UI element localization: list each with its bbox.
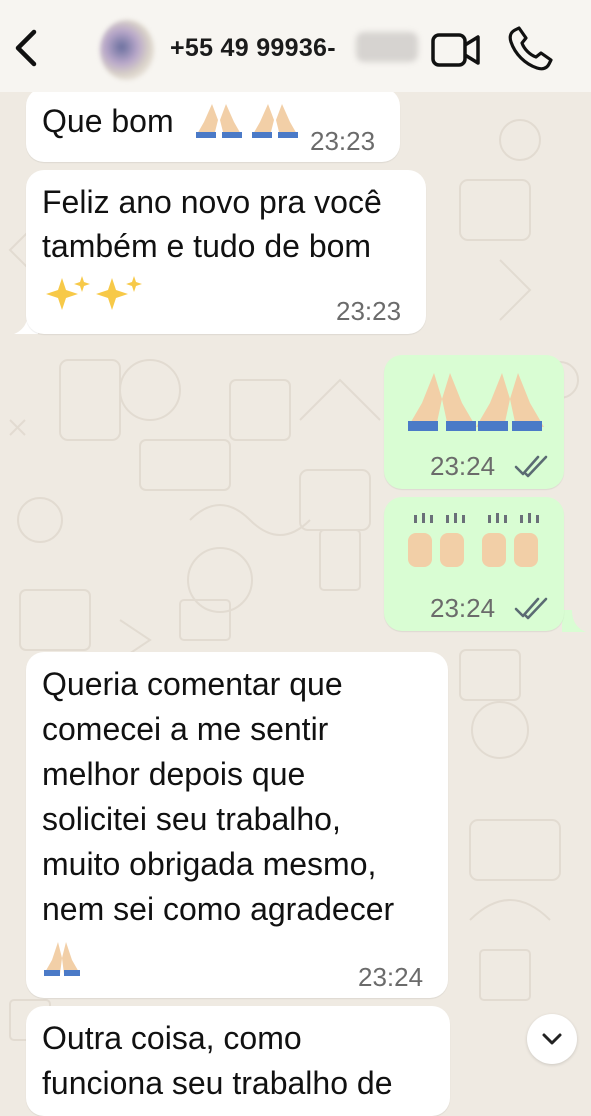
- message-time: 23:23: [310, 126, 376, 156]
- incoming-message[interactable]: Queria comentar que comecei a me sentir …: [26, 652, 448, 998]
- message-text: também e tudo de bom: [42, 228, 372, 264]
- double-check-icon: [514, 597, 548, 620]
- message-text: comecei a me sentir: [42, 711, 329, 747]
- chat-header: +55 49 99936-: [0, 0, 591, 92]
- redacted-phone-digits: [356, 32, 418, 62]
- message-text: funciona seu trabalho de: [42, 1065, 393, 1101]
- raising-hands-emoji: [408, 513, 539, 567]
- contact-avatar[interactable]: [100, 20, 154, 80]
- message-text: solicitei seu trabalho,: [42, 801, 341, 837]
- video-camera-icon[interactable]: [430, 28, 482, 72]
- message-text: melhor depois que: [42, 756, 306, 792]
- message-text: muito obrigada mesmo,: [42, 846, 377, 882]
- outgoing-message[interactable]: 23:24: [384, 497, 564, 631]
- praying-hands-emoji: [44, 942, 80, 976]
- praying-hands-emoji: [196, 104, 298, 138]
- message-time: 23:24: [430, 451, 496, 481]
- chevron-left-icon[interactable]: [8, 26, 48, 70]
- incoming-message[interactable]: Que bom 23:23: [26, 88, 400, 162]
- message-time: 23:23: [336, 296, 402, 326]
- message-text: Que bom: [42, 103, 174, 139]
- scroll-to-bottom-button[interactable]: [527, 1014, 577, 1064]
- message-time: 23:24: [358, 962, 424, 992]
- chevron-down-icon: [542, 1033, 562, 1045]
- message-text: nem sei como agradecer: [42, 891, 395, 927]
- outgoing-message[interactable]: 23:24: [384, 355, 564, 489]
- praying-hands-emoji: [408, 373, 544, 431]
- message-text: Queria comentar que: [42, 666, 343, 702]
- contact-name[interactable]: +55 49 99936-: [170, 34, 336, 63]
- phone-icon[interactable]: [505, 24, 557, 74]
- sparkles-emoji: [46, 276, 142, 310]
- message-time: 23:24: [430, 593, 496, 623]
- message-text: Outra coisa, como: [42, 1020, 302, 1056]
- message-text: Feliz ano novo pra você: [42, 184, 382, 220]
- double-check-icon: [514, 455, 548, 478]
- bubble-tail: [562, 610, 586, 632]
- incoming-message[interactable]: Feliz ano novo pra você também e tudo de…: [26, 170, 426, 334]
